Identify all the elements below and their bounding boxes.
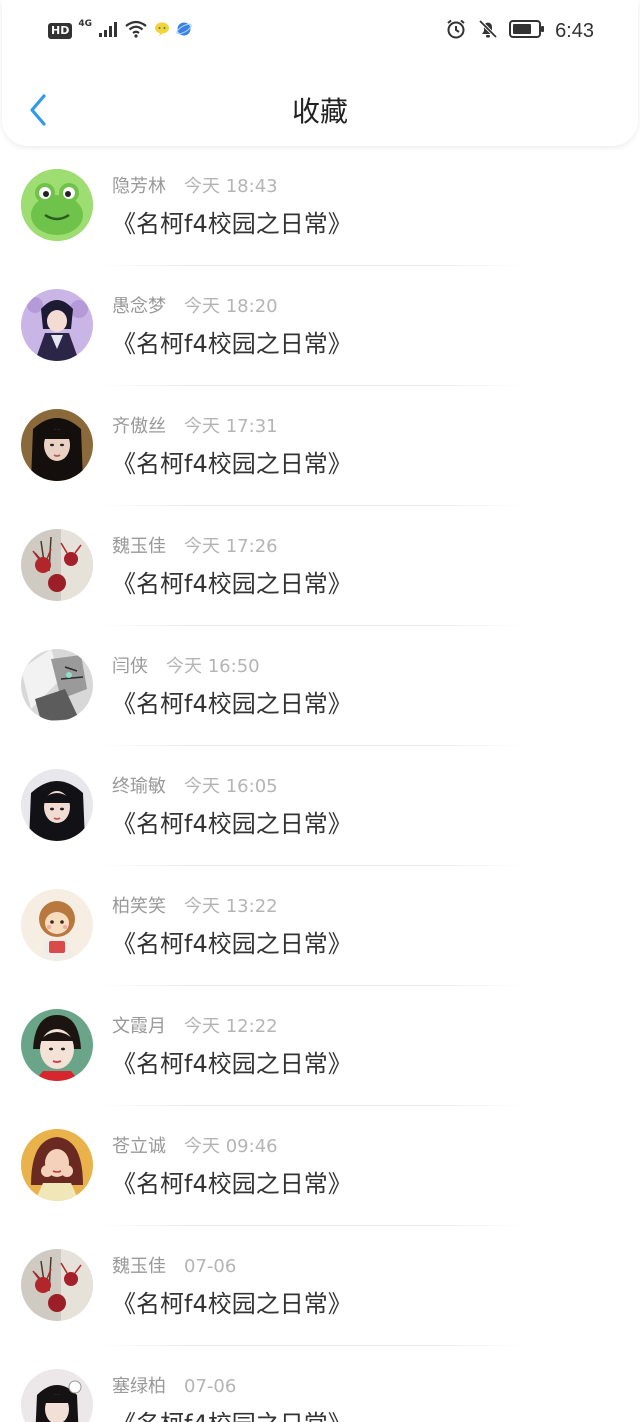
list-item[interactable]: 闫侠 今天 16:50 《名柯f4校园之日常》 xyxy=(0,626,640,746)
item-meta: 柏笑笑 今天 13:22 xyxy=(112,894,278,920)
timestamp: 07-06 xyxy=(184,1376,237,1397)
avatar xyxy=(21,649,93,721)
timestamp: 07-06 xyxy=(184,1256,237,1277)
list-item[interactable]: 塞绿柏 07-06 《名柯f4校园之日常》 xyxy=(0,1346,640,1422)
favorites-screen: HD 4G 6:43 收藏 隐芳林 今天 18:43 《名柯f4校园之日常》 愚… xyxy=(0,0,640,1422)
user-name: 苍立诚 xyxy=(112,1136,166,1157)
item-meta: 隐芳林 今天 18:43 xyxy=(112,174,278,200)
user-name: 文霞月 xyxy=(112,1016,166,1037)
avatar xyxy=(21,1369,93,1422)
item-meta: 愚念梦 今天 18:20 xyxy=(112,294,278,320)
avatar xyxy=(21,1009,93,1081)
avatar xyxy=(21,769,93,841)
timestamp: 今天 16:50 xyxy=(166,656,260,677)
list-item[interactable]: 魏玉佳 07-06 《名柯f4校园之日常》 xyxy=(0,1226,640,1346)
item-meta: 魏玉佳 07-06 xyxy=(112,1254,236,1280)
timestamp: 今天 16:05 xyxy=(184,776,278,797)
network-type: 4G xyxy=(78,19,92,29)
status-right: 6:43 xyxy=(445,18,594,44)
list-item[interactable]: 苍立诚 今天 09:46 《名柯f4校园之日常》 xyxy=(0,1106,640,1226)
title-bar: 收藏 xyxy=(2,80,638,140)
avatar xyxy=(21,409,93,481)
item-meta: 塞绿柏 07-06 xyxy=(112,1374,236,1400)
user-name: 柏笑笑 xyxy=(112,896,166,917)
work-title: 《名柯f4校园之日常》 xyxy=(112,1050,352,1078)
wifi-icon xyxy=(124,20,148,42)
status-left: HD 4G xyxy=(48,19,192,42)
chat-app-icon xyxy=(154,21,170,41)
item-meta: 闫侠 今天 16:50 xyxy=(112,654,260,680)
list-item[interactable]: 文霞月 今天 12:22 《名柯f4校园之日常》 xyxy=(0,986,640,1106)
timestamp: 今天 18:43 xyxy=(184,176,278,197)
timestamp: 今天 17:26 xyxy=(184,536,278,557)
list-item[interactable]: 齐傲丝 今天 17:31 《名柯f4校园之日常》 xyxy=(0,386,640,506)
list-item[interactable]: 终瑜敏 今天 16:05 《名柯f4校园之日常》 xyxy=(0,746,640,866)
alarm-icon xyxy=(445,18,467,44)
work-title: 《名柯f4校园之日常》 xyxy=(112,450,352,478)
timestamp: 今天 17:31 xyxy=(184,416,278,437)
avatar xyxy=(21,529,93,601)
header: HD 4G 6:43 收藏 xyxy=(2,0,638,146)
item-meta: 齐傲丝 今天 17:31 xyxy=(112,414,278,440)
status-bar: HD 4G 6:43 xyxy=(2,0,638,64)
user-name: 魏玉佳 xyxy=(112,536,166,557)
hd-badge: HD xyxy=(48,23,73,39)
list-item[interactable]: 魏玉佳 今天 17:26 《名柯f4校园之日常》 xyxy=(0,506,640,626)
work-title: 《名柯f4校园之日常》 xyxy=(112,210,352,238)
avatar xyxy=(21,169,93,241)
item-meta: 文霞月 今天 12:22 xyxy=(112,1014,278,1040)
work-title: 《名柯f4校园之日常》 xyxy=(112,930,352,958)
work-title: 《名柯f4校园之日常》 xyxy=(112,570,352,598)
timestamp: 今天 09:46 xyxy=(184,1136,278,1157)
mute-bell-icon xyxy=(477,18,499,44)
user-name: 魏玉佳 xyxy=(112,1256,166,1277)
avatar xyxy=(21,1249,93,1321)
work-title: 《名柯f4校园之日常》 xyxy=(112,330,352,358)
avatar xyxy=(21,889,93,961)
timestamp: 今天 18:20 xyxy=(184,296,278,317)
work-title: 《名柯f4校园之日常》 xyxy=(112,1290,352,1318)
user-name: 愚念梦 xyxy=(112,296,166,317)
list-item[interactable]: 柏笑笑 今天 13:22 《名柯f4校园之日常》 xyxy=(0,866,640,986)
user-name: 隐芳林 xyxy=(112,176,166,197)
work-title: 《名柯f4校园之日常》 xyxy=(112,1408,352,1422)
item-meta: 魏玉佳 今天 17:26 xyxy=(112,534,278,560)
user-name: 塞绿柏 xyxy=(112,1376,166,1397)
list-item[interactable]: 愚念梦 今天 18:20 《名柯f4校园之日常》 xyxy=(0,266,640,386)
avatar xyxy=(21,289,93,361)
work-title: 《名柯f4校园之日常》 xyxy=(112,690,352,718)
timestamp: 今天 13:22 xyxy=(184,896,278,917)
user-name: 闫侠 xyxy=(112,656,148,677)
avatar xyxy=(21,1129,93,1201)
list-item[interactable]: 隐芳林 今天 18:43 《名柯f4校园之日常》 xyxy=(0,146,640,266)
signal-icon xyxy=(98,20,118,42)
work-title: 《名柯f4校园之日常》 xyxy=(112,1170,352,1198)
page-title: 收藏 xyxy=(291,95,348,128)
user-name: 终瑜敏 xyxy=(112,776,166,797)
status-time: 6:43 xyxy=(555,19,594,42)
battery-icon xyxy=(509,19,545,43)
item-meta: 苍立诚 今天 09:46 xyxy=(112,1134,278,1160)
timestamp: 今天 12:22 xyxy=(184,1016,278,1037)
item-meta: 终瑜敏 今天 16:05 xyxy=(112,774,278,800)
browser-app-icon xyxy=(176,21,192,41)
user-name: 齐傲丝 xyxy=(112,416,166,437)
work-title: 《名柯f4校园之日常》 xyxy=(112,810,352,838)
